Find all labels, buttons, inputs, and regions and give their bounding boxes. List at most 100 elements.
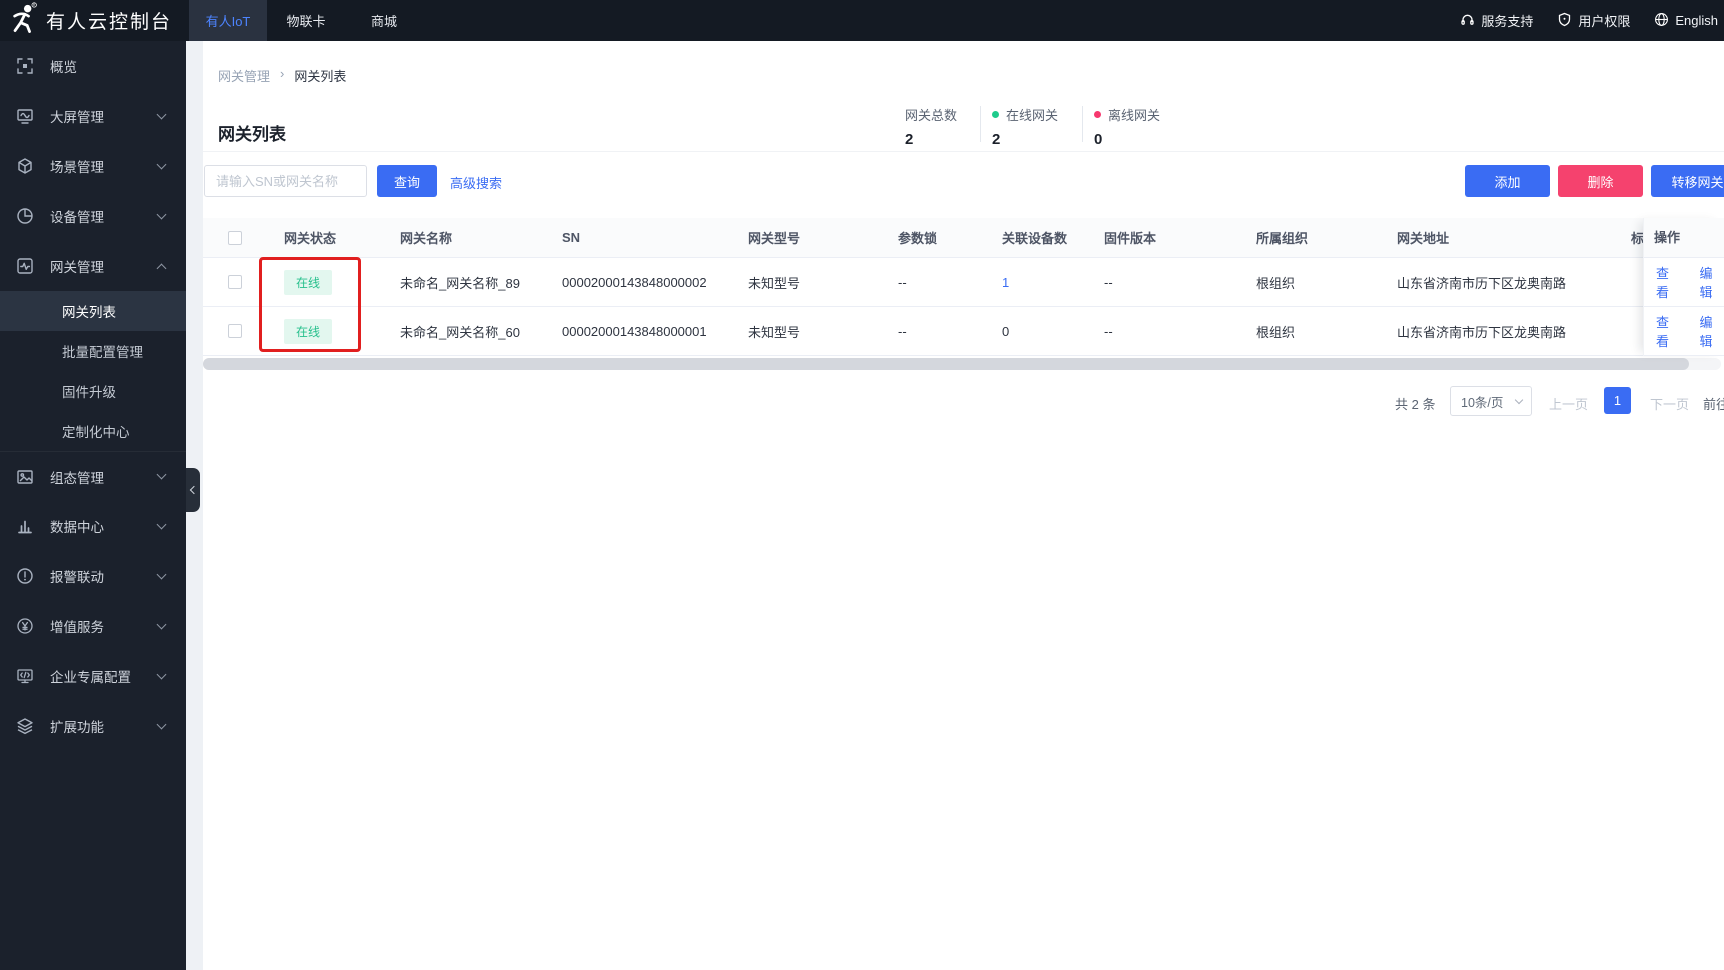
- col-header-param-lock: 参数锁: [898, 231, 938, 246]
- tab-iot-card[interactable]: 物联卡: [267, 0, 345, 41]
- sidebar-subitem-batch-config[interactable]: 批量配置管理: [0, 331, 186, 371]
- sidebar-item-gateway-mgmt[interactable]: 网关管理: [0, 241, 186, 291]
- status-badge: 在线: [284, 269, 333, 295]
- cell-gateway-name: 未命名_网关名称_60: [400, 324, 520, 340]
- stat-divider: [1082, 106, 1083, 142]
- yuan-coin-icon: [16, 617, 34, 635]
- chevron-down-icon: [156, 159, 167, 169]
- sidebar-collapse-handle[interactable]: [186, 468, 200, 512]
- stat-online-value: 2: [992, 131, 1001, 148]
- search-input[interactable]: [204, 165, 367, 197]
- sidebar-item-overview[interactable]: 概览: [0, 41, 186, 91]
- usr-person-logo-icon: R: [9, 2, 37, 39]
- stat-gateway-total: 网关总数 2: [905, 105, 957, 148]
- cell-sn: 00002000143848000001: [562, 323, 707, 339]
- sidebar-subitem-customization-center[interactable]: 定制化中心: [0, 411, 186, 451]
- cell-address: 山东省济南市历下区龙奥南路: [1397, 275, 1567, 291]
- table-row: 在线 未命名_网关名称_89 00002000143848000002 未知型号…: [203, 258, 1724, 307]
- advanced-search-link[interactable]: 高级搜索: [450, 173, 502, 192]
- col-header-linked-devices: 关联设备数: [1002, 231, 1068, 246]
- tab-usr-iot[interactable]: 有人IoT: [189, 0, 267, 41]
- tab-mall[interactable]: 商城: [345, 0, 423, 41]
- col-header-firmware: 固件版本: [1104, 231, 1157, 246]
- sidebar-item-alarm-linkage[interactable]: 报警联动: [0, 551, 186, 601]
- sidebar-subitem-firmware-upgrade[interactable]: 固件升级: [0, 371, 186, 411]
- linked-devices-link[interactable]: 1: [1002, 275, 1009, 290]
- stat-offline-value: 0: [1094, 131, 1103, 148]
- pagination-total: 共 2 条: [1395, 397, 1436, 412]
- cell-gateway-name: 未命名_网关名称_89: [400, 275, 520, 291]
- page-size-select[interactable]: 10条/页: [1450, 386, 1532, 416]
- stat-total-label: 网关总数: [905, 108, 958, 123]
- stat-gateway-online: 在线网关 2: [992, 105, 1058, 148]
- bar-chart-icon: [16, 517, 34, 535]
- delete-button[interactable]: 删除: [1558, 165, 1643, 197]
- sidebar-item-screen-mgmt[interactable]: 大屏管理: [0, 91, 186, 141]
- user-permission-link[interactable]: 用户权限: [1557, 11, 1630, 30]
- horizontal-scrollbar-track[interactable]: [203, 358, 1721, 370]
- pagination-next[interactable]: 下一页: [1650, 394, 1689, 413]
- row-checkbox[interactable]: [228, 324, 242, 338]
- cell-org: 根组织: [1256, 324, 1296, 340]
- sidebar-item-data-center[interactable]: 数据中心: [0, 501, 186, 551]
- gateway-mgmt-submenu: 网关列表 批量配置管理 固件升级 定制化中心: [0, 291, 186, 451]
- cell-linked-devices: 0: [1002, 323, 1010, 339]
- chevron-down-icon: [156, 719, 167, 729]
- fixed-action-column: 操作 查看 编辑 查看 编辑: [1643, 218, 1724, 356]
- query-button[interactable]: 查询: [377, 165, 437, 197]
- col-header-sn: SN: [562, 230, 581, 245]
- cell-param-lock: --: [898, 274, 907, 290]
- online-dot-icon: [992, 111, 999, 118]
- view-link[interactable]: 查看: [1656, 263, 1681, 301]
- topbar: R 有人云控制台 有人IoT 物联卡 商城 服务支持 用户权限 English: [0, 0, 1724, 41]
- sidebar-item-enterprise-config[interactable]: 企业专属配置: [0, 651, 186, 701]
- chevron-left-icon: [189, 485, 199, 495]
- stat-divider: [980, 106, 981, 142]
- language-switch[interactable]: English: [1654, 12, 1718, 30]
- edit-link[interactable]: 编辑: [1700, 312, 1724, 350]
- pagination-prev[interactable]: 上一页: [1549, 394, 1588, 413]
- topbar-right: 服务支持 用户权限 English: [1460, 0, 1718, 41]
- stat-total-value: 2: [905, 131, 914, 148]
- sidebar-item-extensions[interactable]: 扩展功能: [0, 701, 186, 751]
- row-checkbox[interactable]: [228, 275, 242, 289]
- horizontal-scrollbar-thumb[interactable]: [203, 358, 1689, 370]
- col-header-model: 网关型号: [748, 231, 801, 246]
- sidebar-item-hmi-mgmt[interactable]: 组态管理: [0, 451, 186, 501]
- cell-model: 未知型号: [748, 275, 801, 291]
- view-link[interactable]: 查看: [1656, 312, 1681, 350]
- stat-offline-label: 离线网关: [1108, 108, 1161, 123]
- sidebar-item-value-added-services[interactable]: 增值服务: [0, 601, 186, 651]
- brand-logo[interactable]: R 有人云控制台: [0, 2, 186, 39]
- service-support-link[interactable]: 服务支持: [1460, 11, 1533, 30]
- section-divider: [203, 151, 1724, 152]
- cell-firmware: --: [1104, 274, 1113, 290]
- sidebar-item-device-mgmt[interactable]: 设备管理: [0, 191, 186, 241]
- gateway-list-page: R 有人云控制台 有人IoT 物联卡 商城 服务支持 用户权限 English …: [0, 0, 1724, 970]
- edit-link[interactable]: 编辑: [1700, 263, 1724, 301]
- chevron-down-icon: [156, 519, 167, 529]
- col-header-actions: 操作: [1644, 218, 1724, 258]
- row-actions: 查看 编辑: [1644, 307, 1724, 356]
- chevron-down-icon: [156, 619, 167, 629]
- status-badge: 在线: [284, 318, 333, 344]
- gateway-table: 网关状态 网关名称 SN 网关型号 参数锁 关联设备数 固件版本 所属组织 网关…: [203, 218, 1724, 356]
- chevron-down-icon: [156, 569, 167, 579]
- overview-icon: [16, 57, 34, 75]
- table-header-row: 网关状态 网关名称 SN 网关型号 参数锁 关联设备数 固件版本 所属组织 网关…: [203, 218, 1724, 258]
- breadcrumb-parent[interactable]: 网关管理: [218, 66, 270, 85]
- cell-address: 山东省济南市历下区龙奥南路: [1397, 324, 1567, 340]
- transfer-gateway-button[interactable]: 转移网关: [1651, 165, 1724, 197]
- chevron-down-icon: [1514, 395, 1524, 405]
- pagination-page-1[interactable]: 1: [1604, 387, 1631, 414]
- image-icon: [16, 468, 34, 486]
- select-all-checkbox[interactable]: [228, 230, 242, 245]
- sidebar-item-scene-mgmt[interactable]: 场景管理: [0, 141, 186, 191]
- table-row: 在线 未命名_网关名称_60 00002000143848000001 未知型号…: [203, 307, 1724, 356]
- col-header-status: 网关状态: [284, 231, 337, 246]
- page-title: 网关列表: [218, 125, 286, 144]
- headset-icon: [1460, 12, 1475, 30]
- add-button[interactable]: 添加: [1465, 165, 1550, 197]
- offline-dot-icon: [1094, 111, 1101, 118]
- sidebar-subitem-gateway-list[interactable]: 网关列表: [0, 291, 186, 331]
